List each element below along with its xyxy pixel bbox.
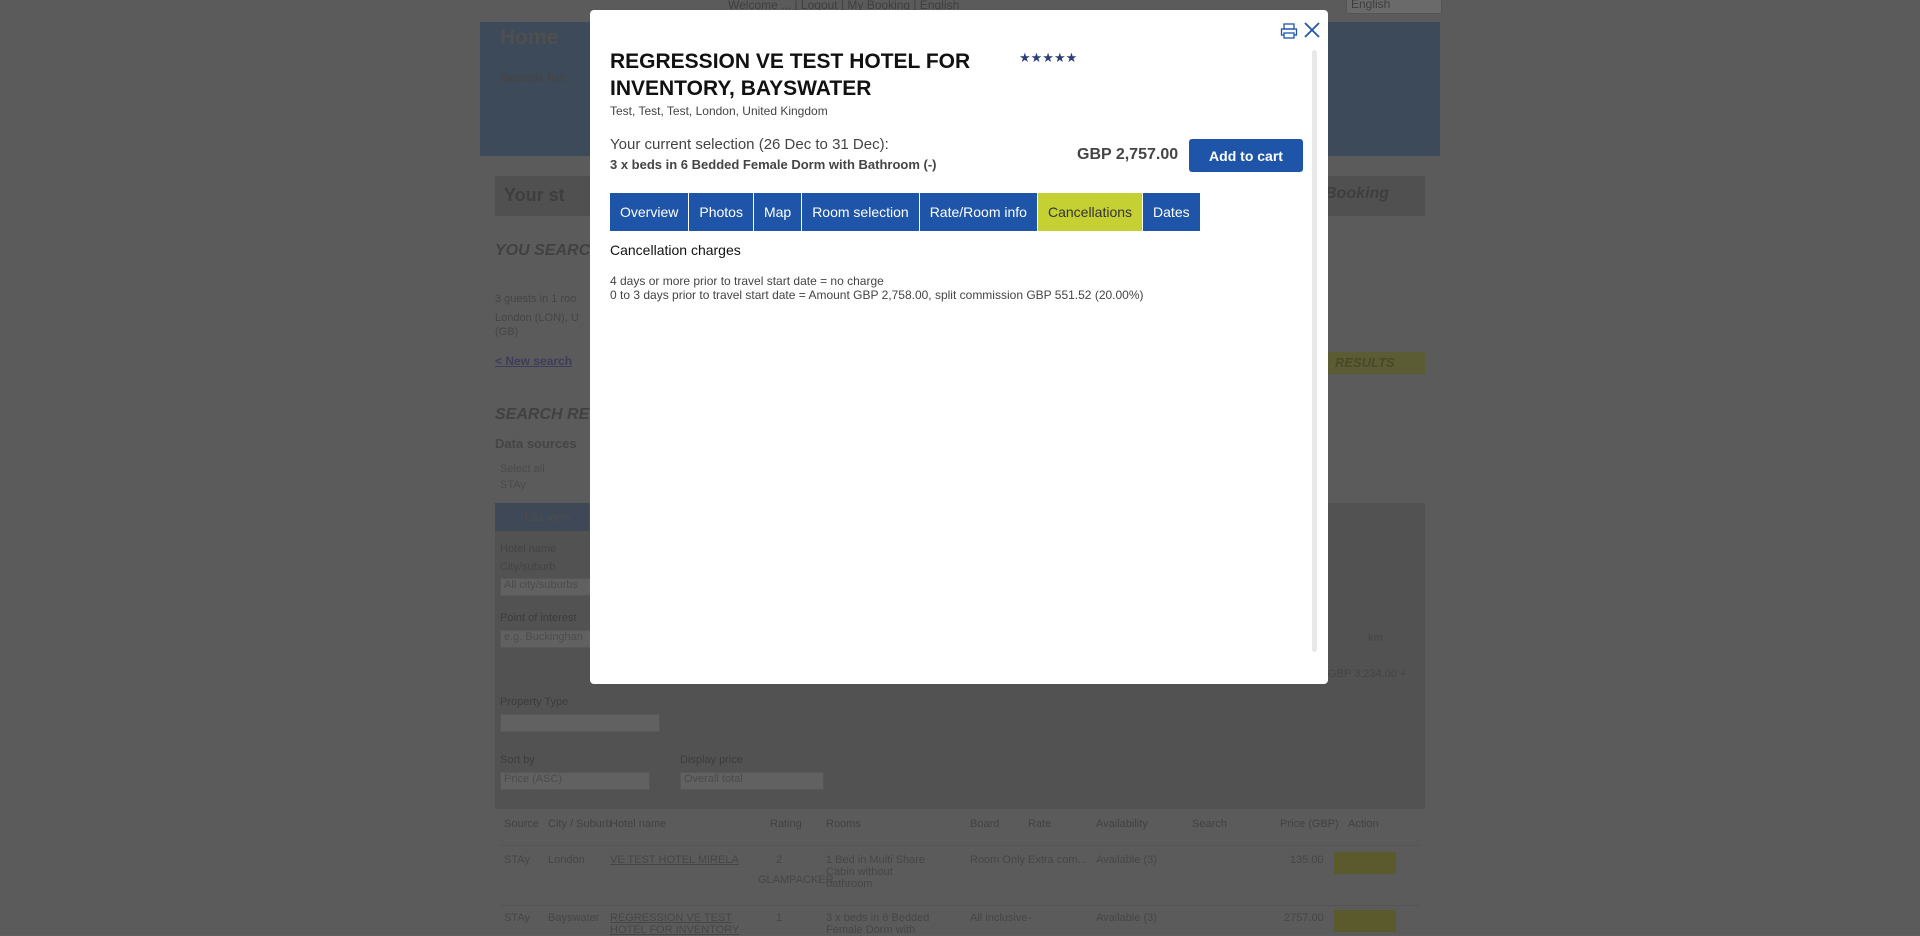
- property-type-select[interactable]: [500, 714, 660, 732]
- col-source[interactable]: Source: [504, 818, 539, 830]
- data-source-options: Select all STAy: [500, 461, 545, 493]
- hotel-tabs: Overview Photos Map Room selection Rate/…: [610, 193, 1201, 231]
- filter-label: City/suburb: [500, 561, 556, 573]
- tab-dates[interactable]: Dates: [1143, 193, 1201, 231]
- row-rating-note: GLAMPACKER: [758, 874, 834, 886]
- print-icon[interactable]: [1280, 22, 1298, 40]
- language-select[interactable]: English: [1346, 0, 1442, 14]
- results-button[interactable]: RESULTS: [1327, 352, 1425, 374]
- col-board[interactable]: Board: [970, 818, 999, 830]
- search-for-label: Search for:: [500, 70, 569, 85]
- list-view-tab[interactable]: List view: [495, 503, 589, 531]
- guests-summary: 3 guests in 1 roo: [495, 293, 577, 305]
- col-city[interactable]: City / Suburb: [548, 818, 612, 830]
- poi-input[interactable]: e.g. Buckinghan: [500, 630, 592, 648]
- tab-rate-room-info[interactable]: Rate/Room info: [919, 193, 1038, 231]
- row-rooms: 1 Bed in Multi Share Cabin without bathr…: [826, 854, 926, 890]
- select-all-checkbox[interactable]: Select all: [500, 461, 545, 477]
- tab-cancellations[interactable]: Cancellations: [1037, 193, 1144, 231]
- new-search-link[interactable]: < New search: [495, 354, 572, 368]
- row-price: 2757.00: [1284, 912, 1324, 924]
- book-button[interactable]: [1334, 852, 1396, 874]
- hotel-address: Test, Test, Test, London, United Kingdom: [610, 104, 828, 118]
- sort-by-value: Price (ASC): [504, 773, 563, 785]
- tab-photos[interactable]: Photos: [689, 193, 754, 231]
- col-availability[interactable]: Availability: [1096, 818, 1148, 830]
- current-selection-label: Your current selection (26 Dec to 31 Dec…: [610, 136, 889, 153]
- row-price: 135.00: [1290, 854, 1324, 866]
- add-to-cart-button[interactable]: Add to cart: [1189, 139, 1303, 172]
- total-price: GBP 2,757.00: [1077, 146, 1179, 163]
- tab-map[interactable]: Map: [753, 193, 803, 231]
- step-your-stay: Your st: [504, 185, 565, 205]
- row-board: All inclusive: [970, 912, 1028, 924]
- results-label: RESULTS: [1335, 355, 1395, 370]
- location-country: (GB): [495, 326, 519, 338]
- home-link[interactable]: Home: [500, 26, 558, 50]
- stay-source-checkbox[interactable]: STAy: [500, 477, 545, 493]
- row-rate[interactable]: Extra com...: [1028, 854, 1087, 866]
- col-rate: Rate: [1028, 818, 1052, 830]
- star-rating: ★★★★★: [1019, 50, 1078, 65]
- row-rate: -: [1028, 912, 1032, 924]
- display-price-select[interactable]: Overall total: [680, 772, 824, 790]
- table-row: STAy Bayswater REGRESSION VE TEST HOTEL …: [500, 905, 1420, 936]
- row-rooms: 3 x beds in 6 Bedded Female Dorm with: [826, 912, 930, 936]
- cancellation-policy: 4 days or more prior to travel start dat…: [610, 274, 1144, 302]
- row-rating: 2: [776, 854, 783, 866]
- col-hotel[interactable]: Hotel name: [610, 818, 666, 830]
- table-row: STAy London VE TEST HOTEL MIRELA 2 GLAMP…: [500, 845, 1420, 904]
- you-searched-heading: YOU SEARC: [495, 242, 591, 259]
- cancellation-charges-heading: Cancellation charges: [610, 242, 741, 258]
- step-booking: Booking: [1325, 185, 1389, 202]
- col-rooms: Rooms: [826, 818, 861, 830]
- row-city: Bayswater: [548, 912, 600, 924]
- current-selection-room: 3 x beds in 6 Bedded Female Dorm with Ba…: [610, 157, 937, 172]
- search-results-heading: SEARCH RE: [495, 406, 590, 423]
- poi-label: Point of interest: [500, 612, 577, 624]
- hotel-name-heading: REGRESSION VE TEST HOTEL FOR INVENTORY, …: [610, 50, 971, 100]
- tab-room-selection[interactable]: Room selection: [802, 193, 920, 231]
- row-source: STAy: [504, 854, 530, 866]
- display-price-label: Display price: [680, 754, 743, 766]
- row-hotel-link[interactable]: VE TEST HOTEL MIRELA: [610, 854, 739, 866]
- row-rating: 1: [776, 912, 783, 924]
- city-suburb-value: All city/suburbs: [504, 579, 578, 591]
- total-price-hint: GBP 3,234.00 +: [1328, 668, 1407, 680]
- location-line: London (LON), U: [495, 312, 579, 324]
- distance-unit: km: [1368, 632, 1383, 644]
- filter-label: Hotel name: [500, 543, 557, 555]
- row-board: Room Only: [970, 854, 1026, 866]
- property-type-label: Property Type: [500, 696, 569, 708]
- list-view-label: List view: [525, 510, 572, 524]
- search-summary: 3 guests in 1 roo London (LON), U (GB): [495, 292, 579, 339]
- cancellation-line: 4 days or more prior to travel start dat…: [610, 274, 884, 288]
- cancellation-line: 0 to 3 days prior to travel start date =…: [610, 288, 1144, 302]
- col-search: Search: [1192, 818, 1227, 830]
- book-button[interactable]: [1334, 910, 1396, 932]
- row-city: London: [548, 854, 585, 866]
- col-action: Action: [1348, 818, 1379, 830]
- col-price[interactable]: Price (GBP): [1280, 818, 1339, 830]
- filter-labels: Hotel name City/suburb: [500, 540, 556, 576]
- poi-placeholder: e.g. Buckinghan: [504, 631, 583, 643]
- modal-scrollbar[interactable]: [1312, 50, 1317, 652]
- sort-by-label: Sort by: [500, 754, 535, 766]
- row-availability: Available (3): [1096, 912, 1157, 924]
- display-price-value: Overall total: [684, 773, 743, 785]
- row-source: STAy: [504, 912, 530, 924]
- tab-overview[interactable]: Overview: [610, 193, 690, 231]
- language-label: English: [1351, 0, 1391, 11]
- sort-by-select[interactable]: Price (ASC): [500, 772, 650, 790]
- row-availability: Available (3): [1096, 854, 1157, 866]
- col-rating[interactable]: Rating: [770, 818, 802, 830]
- close-icon[interactable]: [1302, 20, 1322, 40]
- row-hotel-link[interactable]: REGRESSION VE TEST HOTEL FOR INVENTORY: [610, 912, 750, 936]
- data-sources-heading: Data sources: [495, 436, 577, 451]
- city-suburb-select[interactable]: All city/suburbs: [500, 578, 592, 596]
